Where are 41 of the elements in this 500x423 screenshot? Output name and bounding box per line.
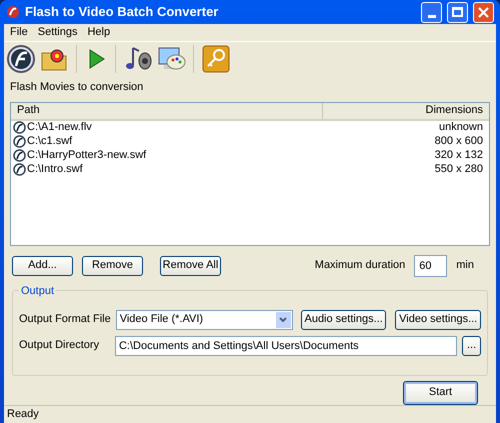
column-header[interactable]: Path (11, 102, 323, 118)
list-label: Flash Movies to conversion (9, 80, 144, 95)
key-icon[interactable] (201, 44, 231, 74)
flash-file-icon (13, 149, 26, 162)
dimensions-cell-text: 800 x 600 (434, 134, 483, 150)
format-label: Output Format File (19, 312, 111, 328)
dimensions-cell-text: 550 x 280 (434, 162, 483, 178)
audio-settings-button[interactable]: Audio settings... (300, 310, 386, 330)
minimize-button[interactable] (421, 2, 442, 22)
flash-icon[interactable] (6, 44, 36, 74)
start-button[interactable]: Start (403, 380, 478, 404)
flash-file-icon (13, 121, 26, 134)
close-button[interactable] (473, 2, 494, 22)
flash-file-icon (13, 163, 26, 176)
maximize-button[interactable] (447, 2, 468, 22)
remove-button[interactable]: Remove (82, 256, 143, 276)
status-text: Ready (7, 406, 39, 422)
duration-field[interactable]: 60 (414, 254, 448, 276)
browse-button[interactable]: ... (462, 336, 481, 356)
menu-item[interactable]: File (5, 24, 33, 41)
menu-item[interactable]: Help (82, 24, 116, 41)
duration-unit: min (456, 258, 474, 274)
window-title: Flash to Video Batch Converter (25, 3, 220, 22)
path-cell-text: C:\c1.swf (27, 134, 74, 150)
column-header[interactable]: Dimensions (323, 102, 489, 118)
dimensions-cell-text: 320 x 132 (434, 148, 483, 164)
directory-label: Output Directory (19, 338, 100, 354)
video-settings-button[interactable]: Video settings... (395, 310, 481, 330)
directory-field[interactable]: C:\Documents and Settings\All Users\Documents (114, 336, 458, 356)
dimensions-cell-text: unknown (438, 120, 483, 136)
path-cell-text: C:\Intro.swf (27, 162, 84, 178)
flash-file-icon (13, 135, 26, 148)
format-dropdown[interactable]: Video File (*.AVI) (116, 310, 293, 330)
app-icon (6, 5, 20, 19)
close-icon (478, 6, 489, 18)
add-button[interactable]: Add... (12, 256, 73, 276)
menu-item[interactable]: Settings (32, 24, 82, 41)
path-cell-text: C:\A1-new.flv (27, 120, 93, 136)
path-cell-text: C:\HarryPotter3-new.swf (27, 148, 148, 164)
duration-label: Maximum duration (314, 258, 406, 274)
remove-all-button[interactable]: Remove All (160, 256, 221, 276)
